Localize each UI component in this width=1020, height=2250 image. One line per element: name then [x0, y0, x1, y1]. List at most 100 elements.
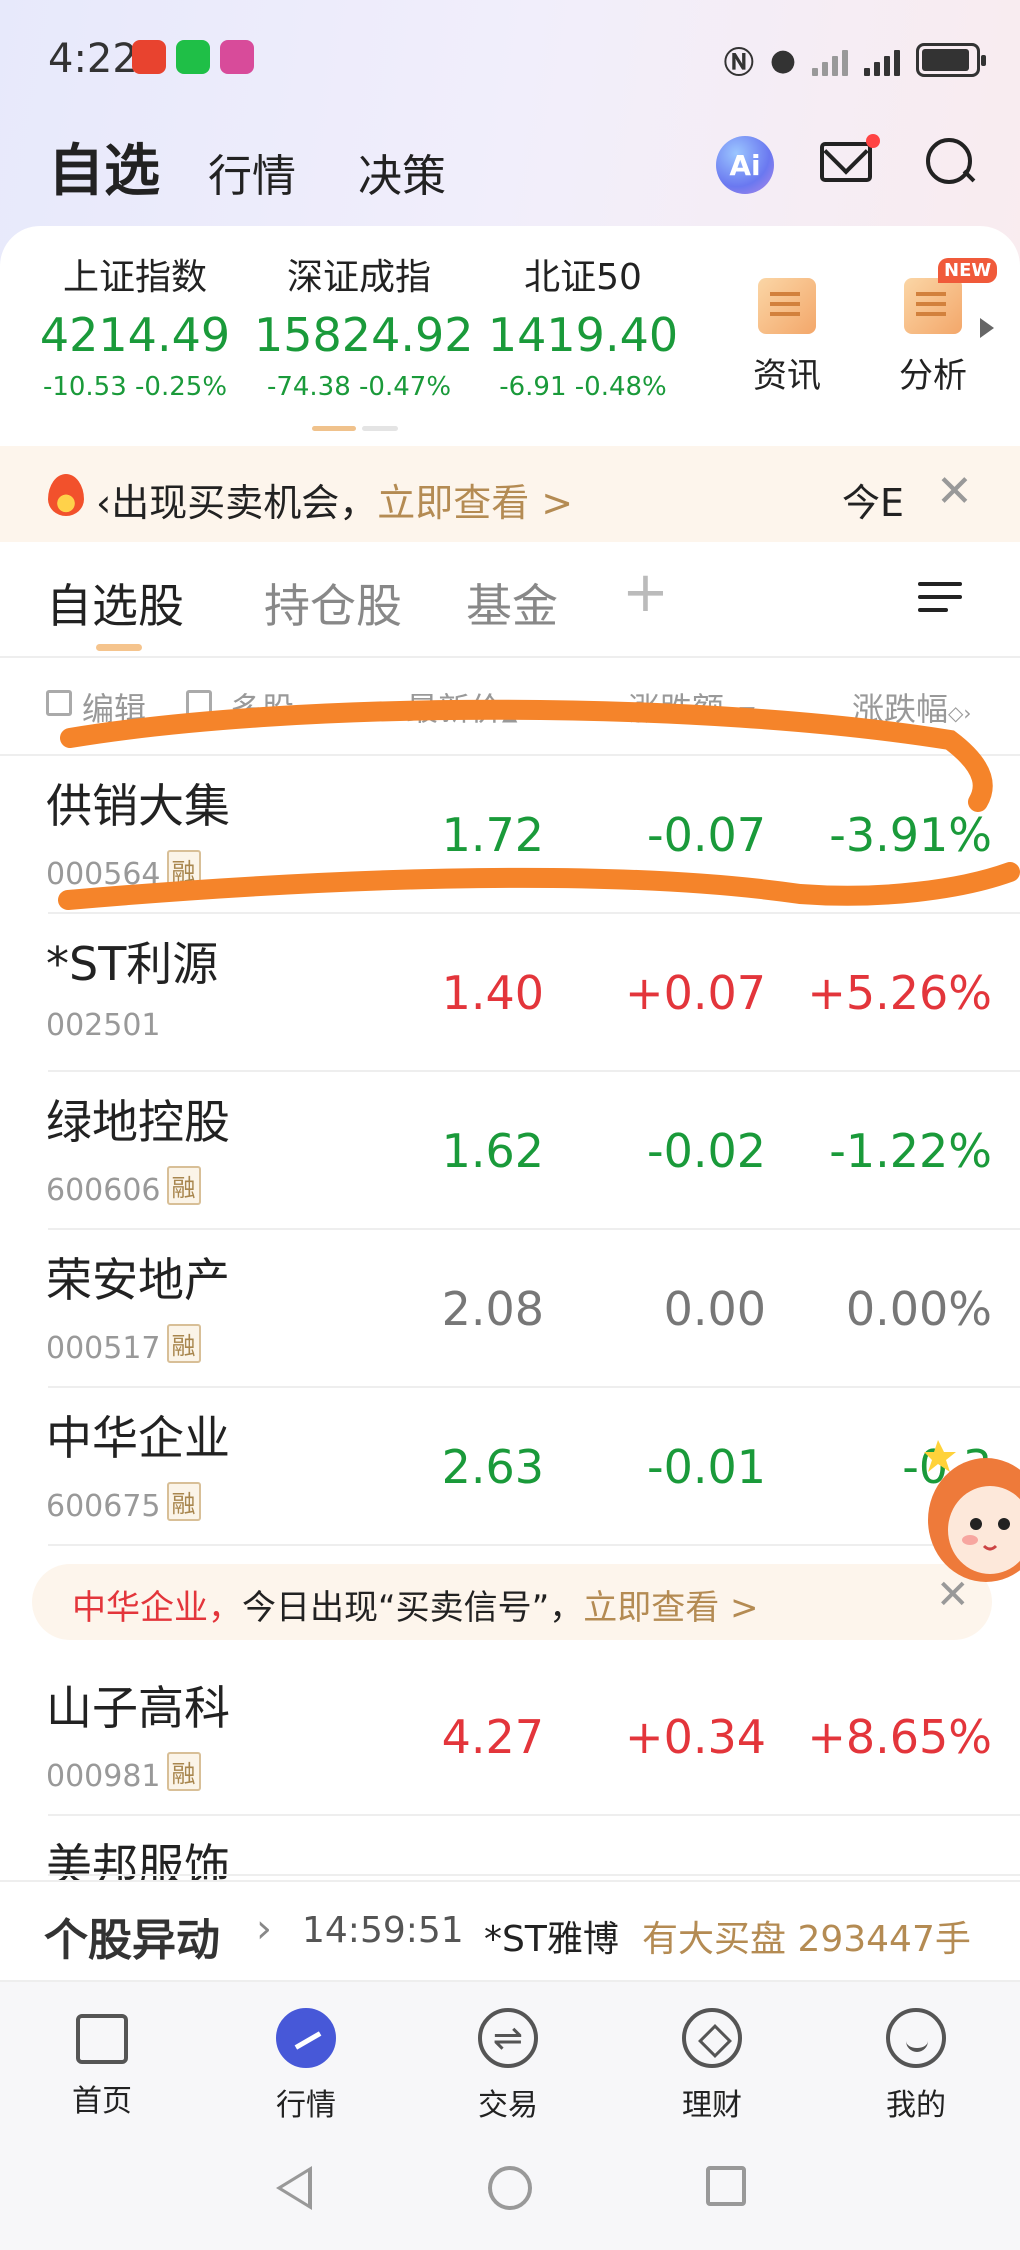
index-item[interactable]: 上证指数 4214.49 -10.53 -0.25%: [30, 248, 240, 402]
back-icon[interactable]: [276, 2166, 312, 2210]
nav-wealth[interactable]: 理财: [652, 2008, 772, 2124]
index-name: 深证成指: [286, 257, 431, 298]
stock-code: 002501: [46, 1008, 161, 1043]
table-row[interactable]: 荣安地产 000517 融 2.08 0.00 0.00%: [0, 1230, 1020, 1388]
nav-home[interactable]: 首页: [42, 2008, 162, 2120]
table-row[interactable]: 中华企业 600675 融 2.63 -0.01 -0.3: [0, 1388, 1020, 1546]
index-item[interactable]: 北证50 1419.40 -6.91 -0.48%: [478, 248, 688, 402]
signal-banner-link[interactable]: 立即查看 >: [583, 1588, 758, 1628]
alert-link[interactable]: 立即查看 >: [377, 481, 573, 525]
table-row[interactable]: *ST利源 002501 1.40 +0.07 +5.26%: [0, 914, 1020, 1072]
stock-percent: -3.91%: [829, 808, 992, 862]
index-value: 15824.92: [254, 308, 474, 362]
stock-name: *ST利源: [46, 937, 219, 991]
tab-holdings[interactable]: 持仓股: [264, 570, 402, 636]
news-button[interactable]: 资讯: [732, 278, 842, 397]
stock-change: -0.01: [646, 1440, 766, 1494]
ticker-time: 14:59:51: [302, 1910, 464, 1951]
analysis-button[interactable]: 分析: [878, 278, 988, 397]
chevron-right-icon: ›: [256, 1906, 272, 1952]
home-circle-icon[interactable]: [488, 2166, 532, 2210]
index-pager: [312, 426, 398, 431]
sort-price[interactable]: 最新价▲: [406, 684, 517, 730]
news-icon: [758, 278, 816, 334]
ticker-logo: 个股异动: [44, 1915, 220, 1966]
stock-code: 000564 融: [46, 850, 201, 892]
ai-assistant-button[interactable]: Ai: [716, 136, 774, 194]
tab-my-stocks[interactable]: 自选股: [46, 570, 184, 636]
stock-change: +0.07: [625, 966, 766, 1020]
table-row[interactable]: 山子高科 000981 融 4.27 +0.34 +8.65%: [0, 1658, 1020, 1816]
profile-icon: [886, 2008, 946, 2068]
stock-price: 1.40: [441, 966, 544, 1020]
nav-market[interactable]: 行情: [246, 2008, 366, 2124]
wechat-icon: [176, 40, 210, 74]
stock-percent: -1.22%: [829, 1124, 992, 1178]
margin-badge: 融: [166, 1752, 201, 1791]
stock-code: 600675 融: [46, 1482, 201, 1524]
add-group-button[interactable]: +: [622, 560, 669, 625]
nfc-icon: Ⓝ: [723, 46, 754, 81]
index-value: 4214.49: [39, 308, 231, 362]
battery-icon: [916, 43, 986, 77]
stock-price: 2.63: [441, 1440, 544, 1494]
stock-change: -0.07: [646, 808, 766, 862]
nav-trade[interactable]: 交易: [448, 2008, 568, 2124]
stock-change: 0.00: [663, 1282, 766, 1336]
stock-percent: +8.65%: [807, 1710, 992, 1764]
table-row[interactable]: 美邦服饰: [0, 1816, 1020, 1893]
tab-watchlist[interactable]: 自选: [48, 126, 160, 207]
stock-list: 供销大集 000564 融 1.72 -0.07 -3.91% *ST利源 002…: [0, 756, 1020, 1893]
list-settings-icon[interactable]: [918, 582, 962, 621]
mail-icon[interactable]: [820, 142, 872, 182]
nav-profile[interactable]: 我的: [856, 2008, 976, 2124]
index-change: -74.38 -0.47%: [266, 372, 452, 402]
stock-percent: 0.00%: [845, 1282, 992, 1336]
signal-alert-banner[interactable]: ‹出现买卖机会，立即查看 > 今E ✕: [0, 446, 1020, 542]
edit-button[interactable]: 编辑: [82, 684, 146, 730]
inline-signal-banner[interactable]: 中华企业，今日出现“买卖信号”，立即查看 > ✕: [0, 1546, 1020, 1658]
app-header: 自选 行情 决策 Ai: [0, 118, 1020, 228]
signal-icon: [864, 44, 900, 76]
system-indicators: Ⓝ ●: [723, 38, 986, 82]
stock-name: 山子高科: [46, 1681, 230, 1735]
nav-label: 首页: [72, 2084, 132, 2119]
table-row[interactable]: 供销大集 000564 融 1.72 -0.07 -3.91%: [0, 756, 1020, 914]
chevron-right-icon[interactable]: [980, 318, 994, 338]
mascot-icon[interactable]: [924, 1440, 1020, 1590]
ticker-stock: *ST雅博: [484, 1919, 619, 1960]
tab-funds[interactable]: 基金: [466, 570, 558, 636]
ai-icon: Ai: [729, 148, 761, 182]
stock-price: 2.08: [441, 1282, 544, 1336]
multi-stock-icon: [186, 690, 212, 716]
stock-name: 绿地控股: [46, 1095, 230, 1149]
stock-code: 000981 融: [46, 1752, 201, 1794]
table-row[interactable]: 绿地控股 600606 融 1.62 -0.02 -1.22%: [0, 1072, 1020, 1230]
margin-badge: 融: [166, 1166, 201, 1205]
stock-price: 1.72: [441, 808, 544, 862]
index-change: -10.53 -0.25%: [42, 372, 228, 402]
margin-badge: 融: [166, 850, 201, 889]
stock-alert-ticker[interactable]: 个股异动 › 14:59:51 *ST雅博 有大买盘 293447手: [0, 1880, 1020, 1980]
close-icon[interactable]: ✕: [936, 466, 973, 517]
recent-apps-icon[interactable]: [706, 2166, 746, 2206]
status-time: 4:22: [48, 36, 138, 82]
analysis-label: 分析: [899, 356, 967, 396]
index-item[interactable]: 深证成指 15824.92 -74.38 -0.47%: [254, 248, 474, 402]
signal-icon: [812, 44, 848, 76]
index-change: -6.91 -0.48%: [499, 372, 667, 402]
sort-change[interactable]: 涨跌额▲▼: [628, 684, 755, 730]
stock-name: 中华企业: [46, 1411, 230, 1465]
watchlist-tabs: 自选股 持仓股 基金 +: [0, 548, 1020, 658]
nav-label: 行情: [276, 2088, 336, 2123]
news-label: 资讯: [753, 356, 821, 396]
sort-percent[interactable]: 涨跌幅◇›: [852, 684, 971, 730]
search-icon[interactable]: [926, 138, 976, 188]
index-name: 北证50: [524, 257, 642, 298]
multi-stock-button[interactable]: 多股: [230, 684, 294, 730]
tab-decision[interactable]: 决策: [358, 140, 446, 204]
stock-code: 600606 融: [46, 1166, 201, 1208]
tab-market[interactable]: 行情: [208, 140, 296, 204]
stock-change: +0.34: [625, 1710, 766, 1764]
margin-badge: 融: [166, 1324, 201, 1363]
